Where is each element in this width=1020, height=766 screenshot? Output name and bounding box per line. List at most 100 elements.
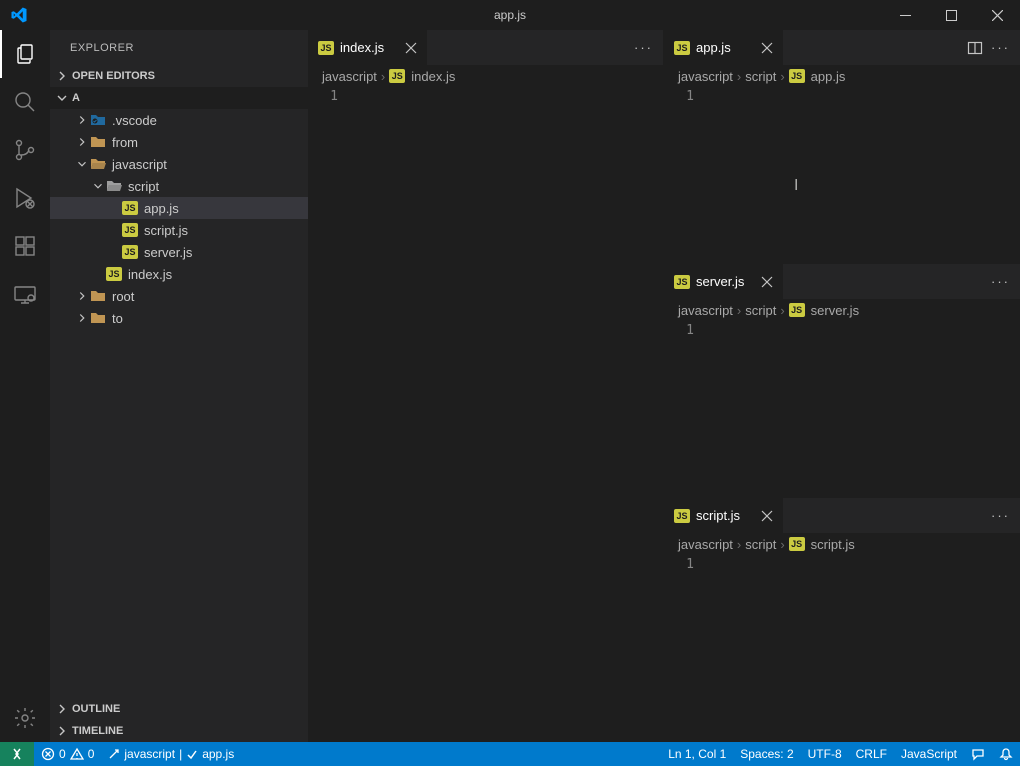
status-eol[interactable]: CRLF — [849, 742, 894, 766]
close-icon[interactable] — [753, 510, 773, 522]
tree-label: .vscode — [112, 113, 157, 128]
section-timeline[interactable]: TIMELINE — [50, 720, 308, 742]
status-language[interactable]: JavaScript — [894, 742, 964, 766]
error-count: 0 — [59, 747, 66, 761]
tab-appjs[interactable]: JS app.js — [664, 30, 784, 65]
editor-content[interactable]: 1 I — [664, 87, 1020, 263]
activity-source-control[interactable] — [0, 126, 50, 174]
crumb-file[interactable]: script.js — [811, 537, 855, 552]
window-title: app.js — [494, 8, 526, 22]
js-icon: JS — [106, 267, 122, 281]
activity-settings-gear[interactable] — [0, 694, 50, 742]
editor-pane-serverjs: JS server.js ··· javascript › script › J… — [664, 264, 1020, 498]
editor-group-right: JS app.js ··· javascript › script › JS — [664, 30, 1020, 742]
close-icon[interactable] — [753, 276, 773, 288]
vscode-icon — [10, 6, 28, 24]
vscode-folder-icon — [90, 113, 106, 127]
tree-label: root — [112, 289, 134, 304]
crumb-javascript[interactable]: javascript — [678, 537, 733, 552]
status-cursor-position[interactable]: Ln 1, Col 1 — [661, 742, 733, 766]
tree-folder-script[interactable]: script — [50, 175, 308, 197]
tree-file-indexjs[interactable]: JS index.js — [50, 263, 308, 285]
code-area[interactable] — [714, 321, 1020, 497]
warning-count: 0 — [88, 747, 95, 761]
code-area[interactable] — [358, 87, 663, 742]
editor-content[interactable]: 1 — [308, 87, 663, 742]
tree-label: index.js — [128, 267, 172, 282]
status-bar: 0 0 javascript | app.js Ln 1, Col 1 Spac… — [0, 742, 1020, 766]
js-icon: JS — [674, 275, 690, 289]
js-icon: JS — [122, 245, 138, 259]
js-icon: JS — [789, 69, 805, 83]
status-encoding[interactable]: UTF-8 — [801, 742, 849, 766]
crumb-javascript[interactable]: javascript — [678, 69, 733, 84]
editor-group-left: JS index.js ··· javascript › JS index.js… — [308, 30, 664, 742]
status-remote-button[interactable] — [0, 742, 34, 766]
tree-folder-root[interactable]: root — [50, 285, 308, 307]
crumb-javascript[interactable]: javascript — [678, 303, 733, 318]
breadcrumb[interactable]: javascript › JS index.js — [308, 65, 663, 87]
tab-bar: JS app.js ··· — [664, 30, 1020, 65]
crumb-script[interactable]: script — [745, 303, 776, 318]
code-area[interactable] — [714, 555, 1020, 741]
section-workspace[interactable]: A — [50, 87, 308, 109]
tree-folder-from[interactable]: from — [50, 131, 308, 153]
tree-file-scriptjs[interactable]: JS script.js — [50, 219, 308, 241]
minimize-button[interactable] — [882, 0, 928, 30]
status-problems[interactable]: 0 0 — [34, 742, 101, 766]
activity-extensions[interactable] — [0, 222, 50, 270]
chevron-right-icon — [74, 135, 90, 149]
chevron-right-icon — [74, 289, 90, 303]
chevron-right-icon — [54, 68, 70, 84]
activity-search[interactable] — [0, 78, 50, 126]
more-actions-icon[interactable]: ··· — [634, 40, 653, 55]
tab-serverjs[interactable]: JS server.js — [664, 264, 784, 299]
tree-label: script — [128, 179, 159, 194]
status-feedback-icon[interactable] — [964, 742, 992, 766]
activity-run-debug[interactable] — [0, 174, 50, 222]
crumb-script[interactable]: script — [745, 69, 776, 84]
editor-area: JS index.js ··· javascript › JS index.js… — [308, 30, 1020, 742]
crumb-javascript[interactable]: javascript — [322, 69, 377, 84]
section-open-editors[interactable]: OPEN EDITORS — [50, 65, 308, 87]
git-file: app.js — [202, 747, 234, 761]
sidebar-title: EXPLORER — [50, 30, 308, 65]
tree-folder-javascript[interactable]: javascript — [50, 153, 308, 175]
more-actions-icon[interactable]: ··· — [991, 274, 1010, 289]
crumb-file[interactable]: server.js — [811, 303, 859, 318]
chevron-right-icon — [74, 113, 90, 127]
activity-remote-explorer[interactable] — [0, 270, 50, 318]
status-notifications-icon[interactable] — [992, 742, 1020, 766]
crumb-script[interactable]: script — [745, 537, 776, 552]
breadcrumb[interactable]: javascript › script › JS app.js — [664, 65, 1020, 87]
section-outline[interactable]: OUTLINE — [50, 698, 308, 720]
tab-indexjs[interactable]: JS index.js — [308, 30, 428, 65]
tab-scriptjs[interactable]: JS script.js — [664, 498, 784, 533]
tree-file-serverjs[interactable]: JS server.js — [50, 241, 308, 263]
tab-label: index.js — [340, 40, 384, 55]
status-git[interactable]: javascript | app.js — [101, 742, 241, 766]
tree-file-appjs[interactable]: JS app.js — [50, 197, 308, 219]
status-indentation[interactable]: Spaces: 2 — [733, 742, 800, 766]
editor-content[interactable]: 1 — [664, 555, 1020, 741]
breadcrumb[interactable]: javascript › script › JS server.js — [664, 299, 1020, 321]
code-area[interactable]: I — [714, 87, 1020, 263]
tree-folder-to[interactable]: to — [50, 307, 308, 329]
split-editor-icon[interactable] — [967, 40, 983, 56]
close-button[interactable] — [974, 0, 1020, 30]
crumb-file[interactable]: index.js — [411, 69, 455, 84]
more-actions-icon[interactable]: ··· — [991, 508, 1010, 523]
editor-content[interactable]: 1 — [664, 321, 1020, 497]
git-branch: javascript — [124, 747, 175, 761]
more-actions-icon[interactable]: ··· — [991, 40, 1010, 55]
tree-label: script.js — [144, 223, 188, 238]
tree-folder-vscode[interactable]: .vscode — [50, 109, 308, 131]
activity-explorer[interactable] — [0, 30, 50, 78]
crumb-file[interactable]: app.js — [811, 69, 846, 84]
maximize-button[interactable] — [928, 0, 974, 30]
chevron-right-icon: › — [737, 69, 741, 84]
tree-label: app.js — [144, 201, 179, 216]
close-icon[interactable] — [753, 42, 773, 54]
close-icon[interactable] — [397, 42, 417, 54]
breadcrumb[interactable]: javascript › script › JS script.js — [664, 533, 1020, 555]
